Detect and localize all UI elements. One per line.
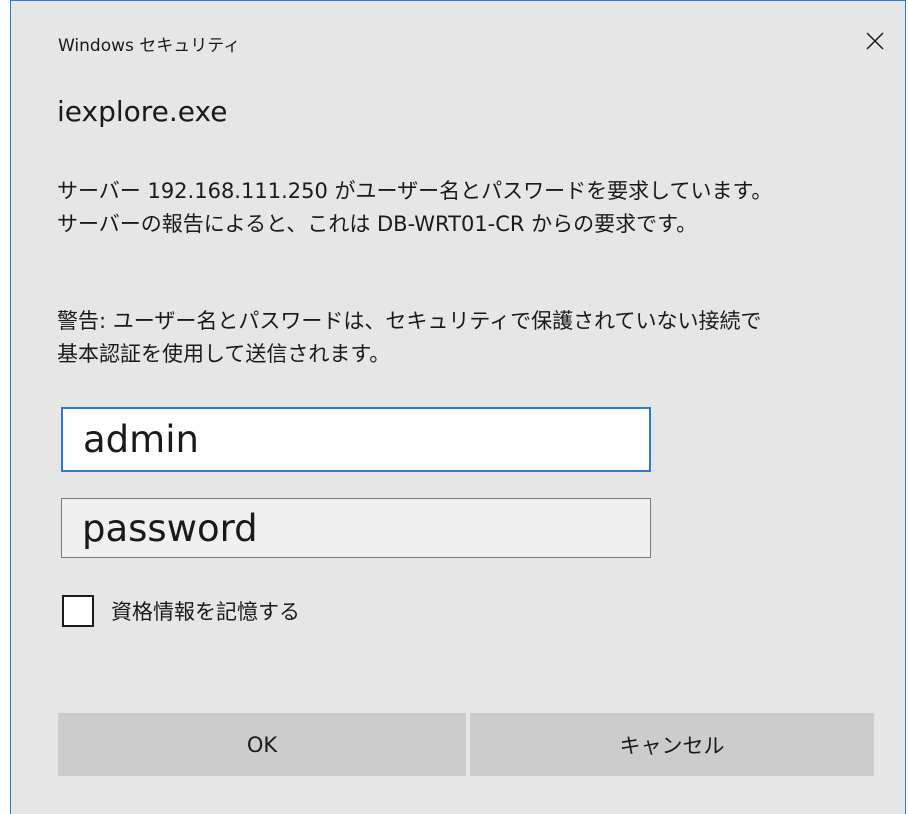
warning-message-line-2: 基本認証を使用して送信されます。 [57, 342, 391, 366]
close-icon [866, 32, 884, 50]
ok-button[interactable]: OK [58, 713, 466, 776]
password-input[interactable] [61, 498, 651, 558]
warning-message-line-1: 警告: ユーザー名とパスワードは、セキュリティで保護されていない接続で [57, 309, 762, 333]
remember-checkbox[interactable] [62, 595, 94, 627]
security-dialog: Windows セキュリティ iexplore.exe サーバー 192.168… [10, 0, 906, 814]
server-message: サーバー 192.168.111.250 がユーザー名とパスワードを要求していま… [57, 175, 772, 241]
server-message-line-1: サーバー 192.168.111.250 がユーザー名とパスワードを要求していま… [57, 179, 773, 203]
username-input[interactable] [61, 407, 651, 472]
window-title: Windows セキュリティ [58, 36, 241, 56]
remember-label: 資格情報を記憶する [111, 600, 300, 624]
remember-credentials[interactable]: 資格情報を記憶する [62, 595, 300, 627]
app-name: iexplore.exe [57, 95, 228, 128]
server-message-line-2: サーバーの報告によると、これは DB-WRT01-CR からの要求です。 [57, 212, 698, 236]
warning-message: 警告: ユーザー名とパスワードは、セキュリティで保護されていない接続で 基本認証… [57, 305, 761, 371]
close-button[interactable] [857, 23, 893, 59]
cancel-button[interactable]: キャンセル [470, 713, 874, 776]
